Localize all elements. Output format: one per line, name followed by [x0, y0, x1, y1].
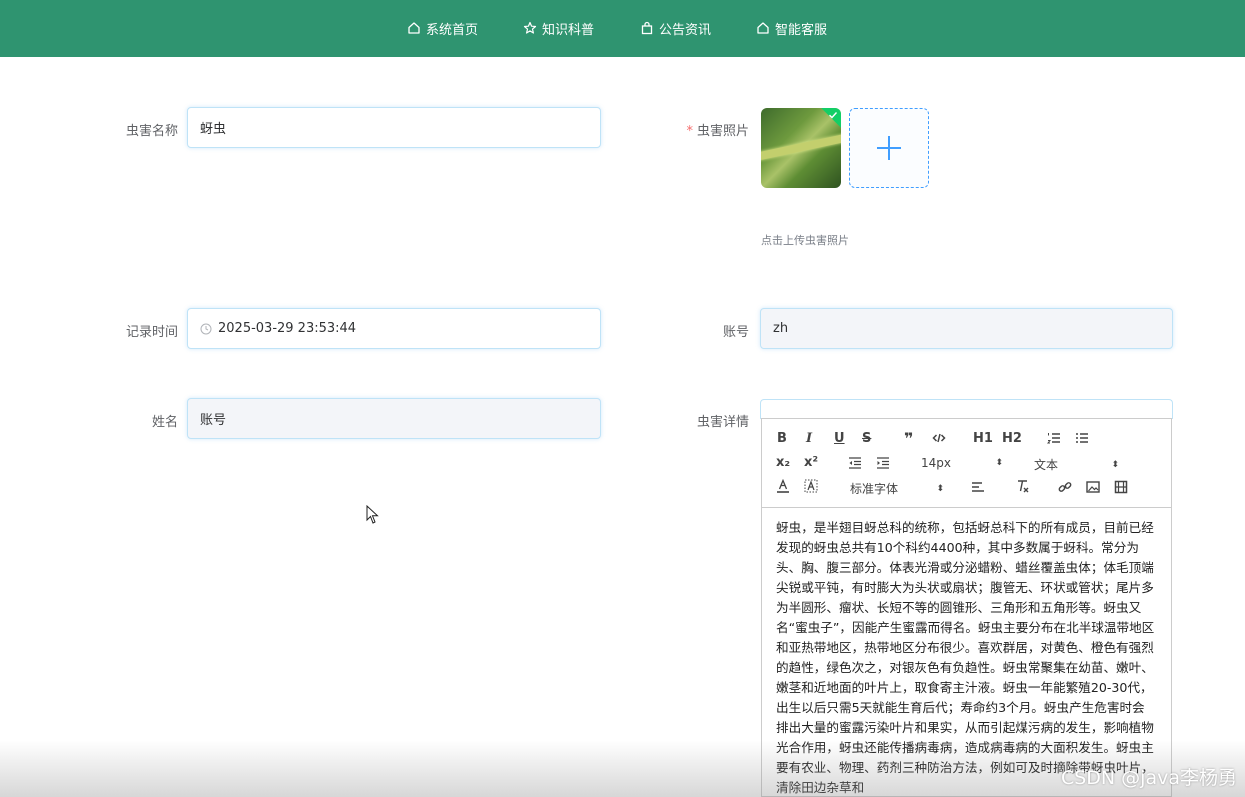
- account-input: zh: [760, 308, 1173, 349]
- blockquote-icon[interactable]: ❞: [904, 431, 913, 447]
- strike-icon[interactable]: S: [862, 431, 871, 447]
- bag-icon: [640, 21, 654, 35]
- superscript-icon[interactable]: x²: [804, 455, 818, 471]
- background-color-icon[interactable]: [804, 479, 818, 493]
- select-arrow-icon: ⬍: [1111, 459, 1119, 470]
- name-label: 姓名: [151, 415, 178, 430]
- header-1-icon[interactable]: H1: [973, 431, 993, 447]
- nav-item-label: 公告资讯: [659, 22, 712, 38]
- clock-icon: [200, 323, 212, 335]
- pest-name-label: 虫害名称: [125, 124, 178, 139]
- check-icon: [829, 112, 838, 119]
- bullet-list-icon[interactable]: [1075, 431, 1089, 445]
- font-size-value: 14px: [921, 456, 951, 470]
- outdent-icon[interactable]: [848, 456, 862, 470]
- font-family-value: 标准字体: [850, 482, 899, 496]
- pest-name-value: 蚜虫: [200, 122, 227, 137]
- ordered-list-icon[interactable]: [1047, 431, 1061, 445]
- mouse-cursor-icon: [366, 505, 379, 524]
- block-type-select[interactable]: 文本 ⬍: [1034, 456, 1119, 473]
- pest-photo-label: * 虫害照片: [629, 120, 749, 139]
- account-value: zh: [773, 321, 789, 336]
- top-navbar: 系统首页 知识科普 公告资讯 智能客服: [0, 0, 1245, 57]
- pest-name-input[interactable]: 蚜虫: [187, 107, 601, 148]
- image-icon[interactable]: [1086, 480, 1100, 494]
- code-icon[interactable]: [932, 431, 946, 445]
- nav-item-knowledge[interactable]: 知识科普: [523, 18, 594, 38]
- nav-item-label: 系统首页: [426, 22, 479, 38]
- editor-content[interactable]: 蚜虫，是半翅目蚜总科的统称，包括蚜总科下的所有成员，目前已经发现的蚜虫总共有10…: [762, 508, 1171, 797]
- account-label: 账号: [722, 325, 749, 340]
- link-icon[interactable]: [1058, 480, 1072, 494]
- nav-item-label: 智能客服: [775, 22, 828, 38]
- upload-tip: 点击上传虫害照片: [761, 234, 849, 247]
- detail-label: 虫害详情: [696, 415, 749, 430]
- block-type-value: 文本: [1034, 458, 1059, 472]
- video-icon[interactable]: [1114, 480, 1128, 494]
- star-icon: [523, 21, 537, 35]
- underline-icon[interactable]: U: [834, 431, 845, 447]
- home-icon: [407, 21, 421, 35]
- rich-text-editor: B I U S ❞ H1 H2 x₂ x² 14px ⬍ 文本 ⬍ 标准字体 ⬍…: [761, 418, 1172, 797]
- record-time-picker[interactable]: 2025-03-29 23:53:44: [187, 308, 601, 349]
- editor-wrapper: [760, 399, 1173, 419]
- indent-icon[interactable]: [876, 456, 890, 470]
- select-arrow-icon: ⬍: [936, 483, 944, 494]
- font-family-select[interactable]: 标准字体 ⬍: [850, 480, 944, 497]
- plus-icon: [877, 136, 901, 160]
- nav-item-news[interactable]: 公告资讯: [640, 18, 711, 38]
- font-color-icon[interactable]: [776, 479, 790, 493]
- photo-stem-graphic: [761, 133, 841, 161]
- upload-button[interactable]: [849, 108, 929, 188]
- header-2-icon[interactable]: H2: [1002, 431, 1022, 447]
- record-time-value: 2025-03-29 23:53:44: [218, 321, 357, 336]
- record-time-label: 记录时间: [125, 325, 178, 340]
- bold-icon[interactable]: B: [777, 431, 787, 447]
- nav-item-service[interactable]: 智能客服: [756, 18, 827, 38]
- pest-photo-label-text: 虫害照片: [696, 124, 749, 139]
- editor-toolbar: B I U S ❞ H1 H2 x₂ x² 14px ⬍ 文本 ⬍ 标准字体 ⬍: [762, 419, 1171, 508]
- italic-icon[interactable]: I: [806, 431, 812, 447]
- nav-item-home[interactable]: 系统首页: [407, 18, 478, 38]
- select-arrow-icon: ⬍: [995, 458, 1003, 468]
- clear-format-icon[interactable]: [1016, 479, 1030, 493]
- subscript-icon[interactable]: x₂: [776, 455, 790, 471]
- name-value: 账号: [200, 413, 227, 428]
- align-icon[interactable]: [971, 480, 985, 494]
- watermark: CSDN @java李杨勇: [1060, 767, 1237, 789]
- home-icon: [756, 21, 770, 35]
- required-mark: *: [686, 124, 693, 139]
- name-input: 账号: [187, 398, 601, 439]
- pest-photo-thumbnail[interactable]: [761, 108, 841, 188]
- font-size-select[interactable]: 14px ⬍: [921, 456, 1003, 470]
- nav-item-label: 知识科普: [542, 22, 595, 38]
